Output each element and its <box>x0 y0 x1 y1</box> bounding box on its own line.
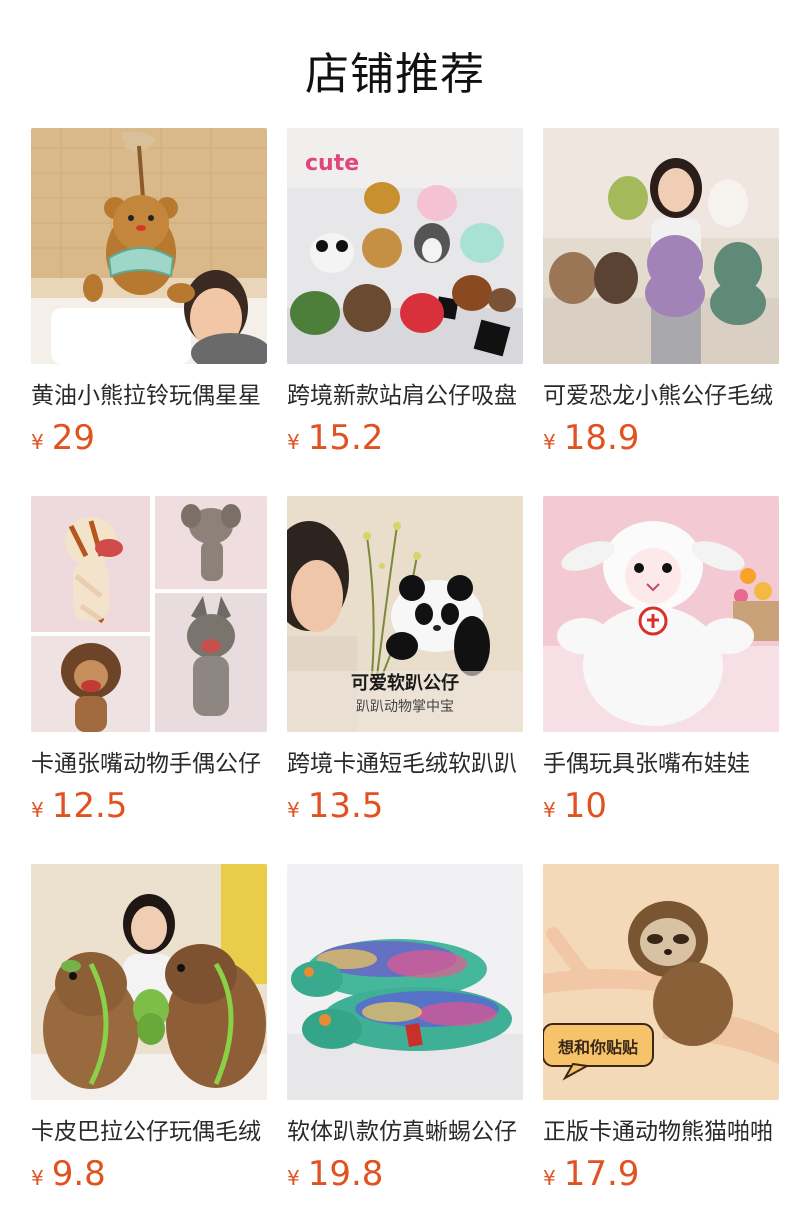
product-price: ¥9.8 <box>31 1154 106 1194</box>
svg-text:cute: cute <box>305 151 359 176</box>
price-amount: 19.8 <box>307 1154 384 1194</box>
overlay-title: 想和你贴贴 <box>557 1038 638 1057</box>
product-image[interactable] <box>31 128 267 364</box>
product-card[interactable]: cute 跨境新款站肩公仔吸盘 ¥15.2 <box>287 128 523 458</box>
price-amount: 15.2 <box>307 418 384 458</box>
price-amount: 29 <box>51 418 95 458</box>
product-card[interactable]: 卡通张嘴动物手偶公仔 ¥12.5 <box>31 496 267 826</box>
product-price: ¥12.5 <box>31 786 127 826</box>
currency-symbol: ¥ <box>287 798 300 822</box>
product-card[interactable]: 想和你贴贴 正版卡通动物熊猫啪啪 ¥17.9 <box>543 864 779 1194</box>
product-image[interactable] <box>543 128 779 364</box>
currency-symbol: ¥ <box>543 430 556 454</box>
overlay-subtitle: 趴趴动物掌中宝 <box>356 699 454 715</box>
currency-symbol: ¥ <box>31 1166 44 1190</box>
product-image[interactable] <box>543 496 779 732</box>
product-price: ¥17.9 <box>543 1154 639 1194</box>
overlay-title: 可爱软趴公仔 <box>351 672 459 694</box>
product-name[interactable]: 手偶玩具张嘴布娃娃 <box>543 749 779 779</box>
product-name[interactable]: 跨境卡通短毛绒软趴趴 <box>287 749 523 779</box>
product-price: ¥19.8 <box>287 1154 383 1194</box>
product-image[interactable]: 可爱软趴公仔 趴趴动物掌中宝 <box>287 496 523 732</box>
product-price: ¥29 <box>31 418 95 458</box>
product-name[interactable]: 黄油小熊拉铃玩偶星星 <box>31 381 267 411</box>
currency-symbol: ¥ <box>287 1166 300 1190</box>
price-amount: 17.9 <box>563 1154 640 1194</box>
product-card[interactable]: 卡皮巴拉公仔玩偶毛绒 ¥9.8 <box>31 864 267 1194</box>
currency-symbol: ¥ <box>287 430 300 454</box>
currency-symbol: ¥ <box>543 1166 556 1190</box>
product-card[interactable]: 可爱软趴公仔 趴趴动物掌中宝 跨境卡通短毛绒软趴趴 ¥13.5 <box>287 496 523 826</box>
price-amount: 9.8 <box>51 1154 106 1194</box>
product-image[interactable] <box>287 864 523 1100</box>
product-image[interactable]: 想和你贴贴 <box>543 864 779 1100</box>
price-amount: 10 <box>563 786 607 826</box>
price-amount: 18.9 <box>563 418 640 458</box>
product-card[interactable]: 黄油小熊拉铃玩偶星星 ¥29 <box>31 128 267 458</box>
product-card[interactable]: 软体趴款仿真蜥蜴公仔 ¥19.8 <box>287 864 523 1194</box>
product-image[interactable] <box>31 864 267 1100</box>
product-image[interactable] <box>31 496 267 732</box>
currency-symbol: ¥ <box>31 798 44 822</box>
product-grid: 黄油小熊拉铃玩偶星星 ¥29 cute 跨境新款站肩公仔吸盘 ¥ 15.2 可爱… <box>0 0 790 1232</box>
product-price: ¥10 <box>543 786 607 826</box>
product-name[interactable]: 正版卡通动物熊猫啪啪 <box>543 1117 779 1147</box>
currency-symbol: ¥ <box>31 430 44 454</box>
product-image[interactable]: cute <box>287 128 523 364</box>
product-name[interactable]: 卡皮巴拉公仔玩偶毛绒 <box>31 1117 267 1147</box>
product-price: ¥18.9 <box>543 418 639 458</box>
product-card[interactable]: 可爱恐龙小熊公仔毛绒 ¥18.9 <box>543 128 779 458</box>
currency-symbol: ¥ <box>543 798 556 822</box>
product-price: ¥15.2 <box>287 418 383 458</box>
price-amount: 13.5 <box>307 786 384 826</box>
product-card[interactable]: 手偶玩具张嘴布娃娃 ¥10 <box>543 496 779 826</box>
product-name[interactable]: 卡通张嘴动物手偶公仔 <box>31 749 267 779</box>
product-price: ¥13.5 <box>287 786 383 826</box>
product-name[interactable]: 可爱恐龙小熊公仔毛绒 <box>543 381 779 411</box>
product-name[interactable]: 软体趴款仿真蜥蜴公仔 <box>287 1117 523 1147</box>
price-amount: 12.5 <box>51 786 128 826</box>
product-name[interactable]: 跨境新款站肩公仔吸盘 <box>287 381 523 411</box>
